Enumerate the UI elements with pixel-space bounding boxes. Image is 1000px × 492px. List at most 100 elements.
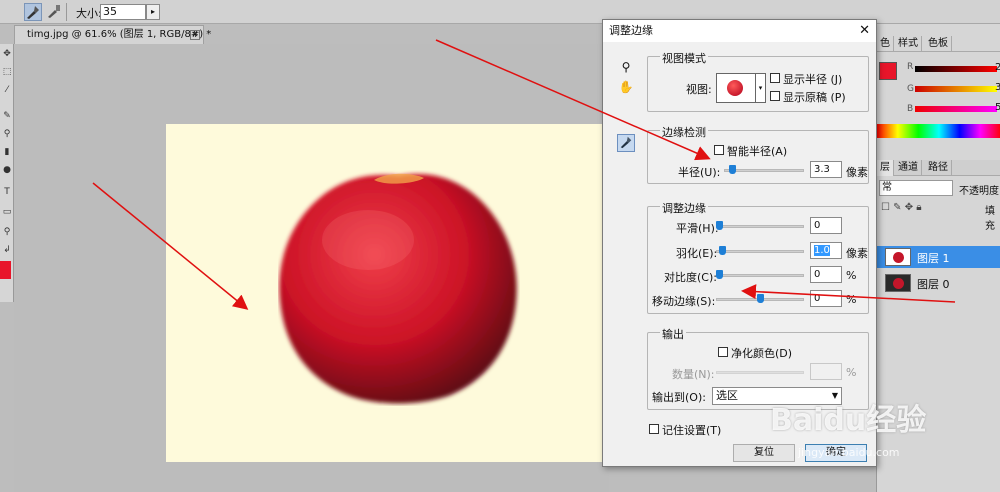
zoom-icon[interactable]: ⚲	[617, 58, 635, 76]
contrast-slider-thumb[interactable]	[716, 270, 723, 279]
tab-channels[interactable]: 通道	[895, 160, 922, 176]
fill-label: 填充	[985, 206, 995, 232]
feather-input-text: 1.0	[814, 245, 830, 256]
document-tab[interactable]: timg.jpg @ 61.6% (图层 1, RGB/8#) * ✕	[14, 25, 211, 44]
swap-colors-icon[interactable]: ↲	[1, 244, 13, 256]
shift-edge-slider[interactable]	[716, 294, 804, 303]
refine-radius-tool-icon[interactable]	[24, 3, 42, 21]
lock-icons: ☐ ✎ ✥ 🔒︎	[881, 202, 922, 213]
image-canvas[interactable]	[166, 124, 608, 462]
brush-size-dropdown-icon[interactable]: ▸	[146, 4, 160, 20]
radius-unit: 像素	[846, 166, 868, 179]
move-tool-icon[interactable]: ✥	[1, 48, 13, 60]
view-mode-group: 视图模式 视图: ▾ 显示半径 (J) 显示原稿 (P)	[647, 50, 869, 112]
color-panel-tabs: 色 样式 色板	[877, 36, 1000, 52]
edge-detection-group: 边缘检测 智能半径(A) 半径(U): 3.3 像素	[647, 124, 869, 184]
show-original-checkbox[interactable]	[770, 91, 780, 101]
decontaminate-colors-label: 净化颜色(D)	[731, 347, 793, 360]
hand-icon[interactable]: ✋	[617, 78, 635, 96]
brush-tool-icon[interactable]: ✎	[1, 110, 13, 122]
dodge-tool-icon[interactable]: ●	[1, 164, 13, 176]
tab-paths[interactable]: 路径	[925, 160, 952, 176]
shift-edge-slider-thumb[interactable]	[757, 294, 764, 303]
fg-color-chip[interactable]	[879, 62, 897, 80]
document-tab-title: timg.jpg @ 61.6% (图层 1, RGB/8#) *	[27, 29, 212, 40]
view-preview-swatch[interactable]	[716, 73, 756, 103]
layers-panel-tabs: 层 通道 路径	[877, 160, 1000, 176]
radius-slider[interactable]	[724, 165, 804, 174]
layer-row[interactable]: 图层 0	[877, 272, 1000, 294]
type-tool-icon[interactable]: T	[1, 186, 13, 198]
remember-settings-checkbox[interactable]	[649, 424, 659, 434]
radius-input[interactable]: 3.3	[810, 161, 842, 178]
dialog-title: 调整边缘	[609, 24, 653, 37]
marquee-tool-icon[interactable]: ⬚	[1, 66, 13, 78]
opacity-label: 不透明度	[959, 186, 999, 197]
remember-settings-label: 记住设置(T)	[662, 424, 722, 437]
reset-button[interactable]: 复位	[733, 444, 795, 462]
layer-thumbnail	[885, 274, 911, 292]
decontaminate-colors-checkbox[interactable]	[718, 347, 728, 357]
output-heading: 输出	[660, 326, 686, 342]
red-value[interactable]: 2	[995, 62, 1000, 73]
shape-tool-icon[interactable]: ▭	[1, 206, 13, 218]
feather-unit: 像素	[846, 247, 868, 260]
smooth-slider-thumb[interactable]	[716, 221, 723, 230]
contrast-slider[interactable]	[716, 270, 804, 279]
blend-mode-select[interactable]: 常	[879, 180, 953, 196]
feather-slider-thumb[interactable]	[719, 246, 726, 255]
contrast-unit: %	[846, 269, 857, 282]
tools-panel: ✥ ⬚ ⁄ ✎ ⚲ ▮ ● T ▭ ⚲ ↲	[0, 44, 14, 302]
show-radius-checkbox[interactable]	[770, 73, 780, 83]
layer-row[interactable]: 图层 1	[877, 246, 1000, 268]
view-label: 视图:	[686, 83, 712, 96]
foreground-color-swatch[interactable]	[0, 261, 11, 279]
shift-edge-unit: %	[846, 293, 857, 306]
feather-label: 羽化(E):	[676, 247, 718, 260]
gradient-tool-icon[interactable]: ▮	[1, 146, 13, 158]
options-separator	[66, 3, 67, 21]
smart-radius-checkbox[interactable]	[714, 145, 724, 155]
erase-refinements-tool-icon[interactable]	[46, 3, 64, 21]
amount-unit: %	[846, 366, 857, 379]
view-dropdown-icon[interactable]: ▾	[756, 73, 766, 103]
zoom-tool-icon[interactable]: ⚲	[1, 226, 13, 238]
contrast-label: 对比度(C):	[664, 271, 717, 284]
tab-layers[interactable]: 层	[877, 160, 894, 176]
shift-edge-label: 移动边缘(S):	[652, 295, 716, 308]
clone-stamp-tool-icon[interactable]: ⚲	[1, 128, 13, 140]
view-mode-heading: 视图模式	[660, 50, 708, 66]
tab-styles[interactable]: 样式	[895, 36, 922, 52]
blue-value[interactable]: 5	[995, 102, 1000, 113]
output-to-label: 输出到(O):	[652, 391, 706, 404]
close-document-icon[interactable]: ✕	[190, 30, 200, 40]
smooth-slider[interactable]	[716, 221, 804, 230]
close-icon[interactable]: ✕	[859, 23, 870, 39]
green-value[interactable]: 3	[995, 82, 1000, 93]
refine-radius-brush-icon[interactable]	[617, 134, 635, 152]
brush-size-input[interactable]: 35	[100, 4, 146, 20]
green-slider[interactable]	[915, 86, 997, 92]
tab-color[interactable]: 色	[877, 36, 894, 52]
color-letter-r: R	[907, 62, 914, 72]
layer-name: 图层 0	[917, 278, 950, 291]
radius-label: 半径(U):	[678, 166, 721, 179]
blue-slider[interactable]	[915, 106, 997, 112]
feather-input[interactable]: 1.0	[810, 242, 842, 259]
show-original-label: 显示原稿 (P)	[783, 91, 846, 104]
feather-slider[interactable]	[716, 246, 804, 255]
tab-swatches[interactable]: 色板	[925, 36, 952, 52]
amount-slider	[716, 371, 804, 374]
apple-image	[279, 173, 517, 404]
radius-slider-thumb[interactable]	[729, 165, 736, 174]
eyedropper-tool-icon[interactable]: ⁄	[1, 84, 13, 96]
red-slider[interactable]	[915, 66, 997, 72]
smooth-label: 平滑(H):	[676, 222, 719, 235]
contrast-input[interactable]: 0	[810, 266, 842, 283]
color-spectrum[interactable]	[877, 124, 1000, 138]
output-to-value: 选区	[716, 389, 738, 402]
smooth-input[interactable]: 0	[810, 217, 842, 234]
shift-edge-input[interactable]: 0	[810, 290, 842, 307]
adjust-edge-heading: 调整边缘	[660, 200, 708, 216]
dialog-title-bar: 调整边缘 ✕	[603, 20, 876, 42]
